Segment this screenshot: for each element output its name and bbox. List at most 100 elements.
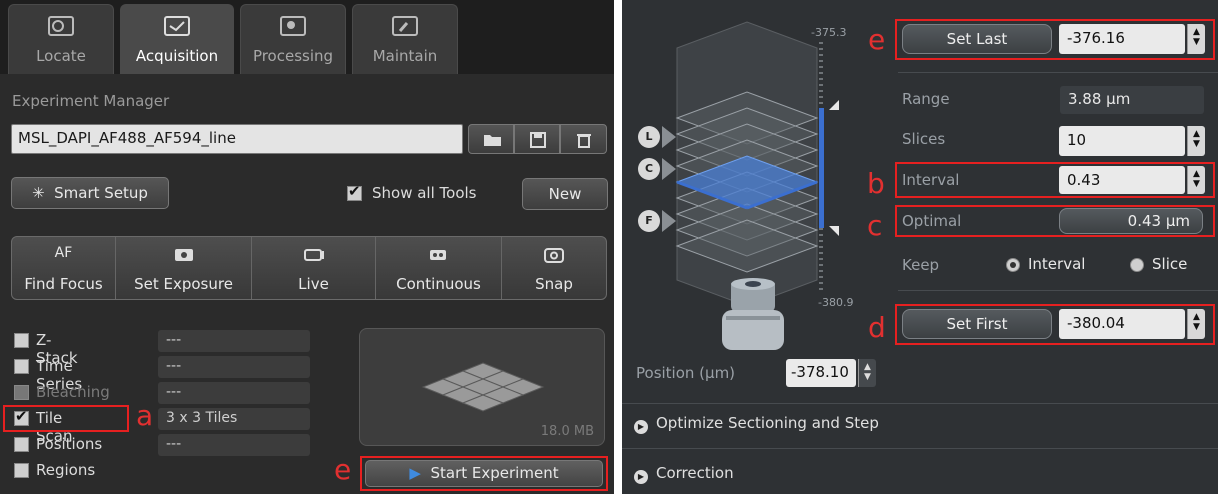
correction-expander[interactable]: ▶ Correction [634,464,734,484]
last-marker-icon [829,100,839,110]
position-stepper[interactable]: ▲ ▼ [858,359,876,387]
live-button[interactable]: Live [252,237,376,299]
tab-processing[interactable]: Processing [240,4,346,74]
smart-setup-button[interactable]: ✳ Smart Setup [11,177,169,209]
tab-bar: Locate Acquisition Processing Maintain [0,0,614,74]
snap-button[interactable]: Snap [502,237,606,299]
position-field[interactable]: -378.10 [786,359,856,387]
slices-label: Slices [902,130,946,148]
positions-checkbox[interactable] [14,437,29,452]
set-exposure-button[interactable]: Set Exposure [116,237,252,299]
slices-field[interactable]: 10 [1059,126,1185,156]
slices-stepper[interactable]: ▲ ▼ [1187,126,1205,156]
optimize-sectioning-expander[interactable]: ▶ Optimize Sectioning and Step [634,414,879,434]
tab-acquisition[interactable]: Acquisition [120,4,234,74]
keep-interval-label: Interval [1028,255,1086,273]
annotation-b: b [867,167,885,200]
annotation-a: a [136,399,154,432]
keep-interval-radio[interactable] [1006,258,1020,272]
tab-label: Processing [252,47,334,65]
bleaching-checkbox [14,385,29,400]
optimal-button[interactable]: 0.43 µm [1059,208,1203,234]
interval-stepper[interactable]: ▲ ▼ [1187,166,1205,194]
divider [898,290,1218,291]
keep-slice-radio[interactable] [1130,258,1144,272]
regions-checkbox[interactable] [14,463,29,478]
first-marker-icon [829,226,839,236]
set-first-stepper[interactable]: ▲ ▼ [1187,309,1205,339]
expander-label: Correction [656,464,734,482]
tool-name: Regions [36,461,96,479]
interval-label: Interval [902,171,960,189]
range-label: Range [902,90,950,108]
z-stack-checkbox[interactable] [14,333,29,348]
live-label: Live [298,275,329,293]
new-button[interactable]: New [522,178,608,210]
processing-icon [280,16,306,36]
set-last-stepper[interactable]: ▲ ▼ [1187,24,1205,54]
objective-icon [722,278,784,350]
tool-value: --- [158,330,310,352]
tool-value: --- [158,382,310,404]
time-series-checkbox[interactable] [14,359,29,374]
keep-label: Keep [902,256,940,274]
acquisition-panel: Locate Acquisition Processing Maintain E… [0,0,614,494]
save-button[interactable] [514,124,560,154]
center-position-marker[interactable]: C [638,158,660,180]
set-first-field[interactable]: -380.04 [1059,309,1185,339]
acquisition-buttons: AF Find Focus Set Exposure Live Continuo… [11,236,607,300]
annotation-e: e [868,23,886,56]
keep-slice-label: Slice [1152,255,1188,273]
continuous-button[interactable]: Continuous [376,237,502,299]
data-size: 18.0 MB [540,424,594,439]
annotation-c: c [867,209,883,242]
set-last-button[interactable]: Set Last [902,24,1052,54]
tile-preview: 18.0 MB [359,328,605,446]
start-experiment-button[interactable]: ▶ Start Experiment [365,460,603,487]
last-arrow-icon [662,126,676,148]
scale-top: -375.3 [811,26,847,39]
continuous-camera-icon [430,250,446,260]
annotation-d: d [868,311,886,344]
checkbox[interactable] [347,182,362,201]
z-stack-panel: -375.3 -380.9 L C F e Set Last -376.16 ▲… [622,0,1218,494]
first-arrow-icon [662,210,676,232]
start-experiment-label: Start Experiment [430,464,559,482]
set-exposure-label: Set Exposure [134,275,233,293]
folder-icon [484,135,501,146]
tool-name: Bleaching [36,383,110,401]
save-icon [530,132,546,148]
wand-icon: ✳ [32,184,45,202]
range-value: 3.88 µm [1060,86,1204,114]
show-all-tools-checkbox[interactable] [347,182,363,202]
divider [898,72,1218,73]
experiment-name-field[interactable]: MSL_DAPI_AF488_AF594_line [11,124,463,154]
experiment-manager-label: Experiment Manager [12,92,170,110]
find-focus-label: Find Focus [24,275,103,293]
last-position-marker[interactable]: L [638,126,660,148]
set-first-button[interactable]: Set First [902,309,1052,339]
af-label: AF [54,245,73,261]
snap-label: Snap [535,275,573,293]
set-last-field[interactable]: -376.16 [1059,24,1185,54]
acquisition-icon [164,16,190,36]
expander-label: Optimize Sectioning and Step [656,414,879,432]
show-all-tools-label: Show all Tools [372,184,477,202]
tool-value: --- [158,356,310,378]
interval-field[interactable]: 0.43 [1059,166,1185,194]
tool-name: Positions [36,435,103,453]
position-label: Position (µm) [636,364,736,382]
find-focus-button[interactable]: AF Find Focus [12,237,116,299]
first-position-marker[interactable]: F [638,210,660,232]
snap-camera-icon [544,248,564,263]
play-icon: ▶ [409,464,421,482]
tab-label: Locate [36,47,86,65]
tab-locate[interactable]: Locate [8,4,114,74]
live-camera-icon [304,249,324,261]
tab-maintain[interactable]: Maintain [352,4,458,74]
open-folder-button[interactable] [468,124,514,154]
expand-icon: ▶ [634,470,648,484]
annotation-e: e [334,453,352,486]
delete-button[interactable] [560,124,607,154]
optimal-label: Optimal [902,212,962,230]
